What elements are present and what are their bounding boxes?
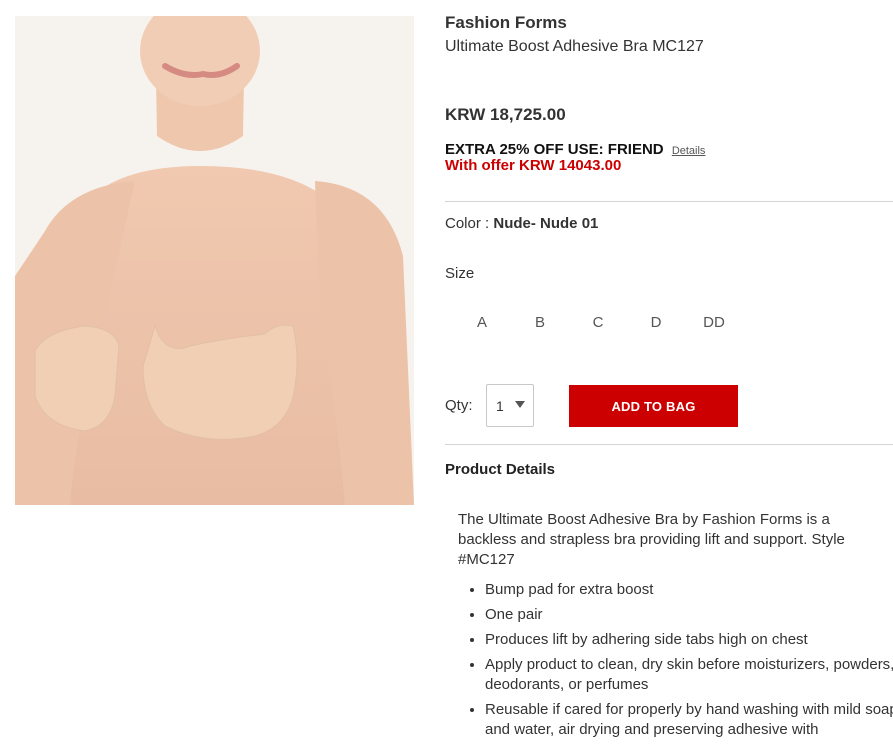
product-details-title: Product Details — [445, 461, 556, 478]
chevron-down-icon — [515, 401, 525, 408]
size-option-b[interactable]: B — [511, 312, 569, 333]
promo-code-text: EXTRA 25% OFF USE: FRIEND — [445, 141, 664, 158]
product-feature-list: Bump pad for extra boost One pair Produc… — [458, 580, 893, 745]
product-image[interactable] — [15, 16, 414, 505]
color-label: Color : — [445, 215, 494, 232]
product-brand-link[interactable]: Fashion Forms — [445, 13, 567, 33]
qty-select[interactable]: 1 — [486, 384, 534, 427]
promo-text: EXTRA 25% OFF USE: FRIEND Details — [445, 141, 705, 158]
list-item: Produces lift by adhering side tabs high… — [485, 630, 893, 650]
add-to-bag-button[interactable]: ADD TO BAG — [569, 385, 738, 427]
list-item: Apply product to clean, dry skin before … — [485, 655, 893, 695]
product-photo-illustration — [15, 16, 414, 505]
size-options: A B C D DD — [453, 312, 743, 333]
size-option-c[interactable]: C — [569, 312, 627, 333]
divider — [445, 201, 893, 202]
color-row: Color : Nude- Nude 01 — [445, 215, 598, 232]
size-option-d[interactable]: D — [627, 312, 685, 333]
qty-label: Qty: — [445, 397, 473, 414]
divider — [445, 444, 893, 445]
product-price: KRW 18,725.00 — [445, 105, 566, 124]
offer-price: With offer KRW 14043.00 — [445, 157, 622, 174]
size-label: Size — [445, 265, 475, 282]
product-name: Ultimate Boost Adhesive Bra MC127 — [445, 38, 704, 55]
list-item: Reusable if cared for properly by hand w… — [485, 700, 893, 740]
list-item: One pair — [485, 605, 893, 625]
size-option-dd[interactable]: DD — [685, 312, 743, 333]
size-option-a[interactable]: A — [453, 312, 511, 333]
color-value: Nude- Nude 01 — [493, 215, 599, 232]
list-item: Bump pad for extra boost — [485, 580, 893, 600]
product-description: The Ultimate Boost Adhesive Bra by Fashi… — [458, 511, 845, 568]
promo-details-link[interactable]: Details — [672, 145, 706, 157]
qty-value: 1 — [496, 398, 504, 414]
